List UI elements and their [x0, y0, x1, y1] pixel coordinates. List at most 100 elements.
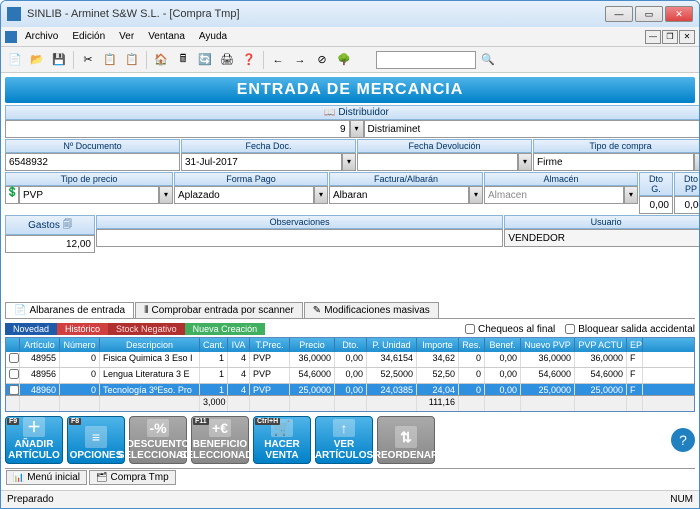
distribuidor-name[interactable]	[364, 120, 700, 138]
grid-header[interactable]: Precio	[290, 338, 335, 352]
chk-chequeos[interactable]: Chequeos al final	[465, 324, 555, 335]
grid-header[interactable]: EP	[627, 338, 643, 352]
gastos-input[interactable]	[5, 235, 95, 253]
close-button[interactable]: ✕	[665, 6, 693, 22]
tipoprecio-input[interactable]	[19, 186, 159, 204]
tool-copy[interactable]: 📋	[100, 50, 120, 70]
tool-new[interactable]: 📄	[5, 50, 25, 70]
mdi-close[interactable]: ✕	[679, 30, 695, 44]
observaciones-label: Observaciones	[96, 215, 503, 229]
almacen-dd[interactable]: ▾	[624, 186, 638, 204]
fechadoc-input[interactable]	[181, 153, 342, 171]
menu-ventana[interactable]: Ventana	[142, 29, 191, 44]
tool-calc[interactable]: 🖩	[173, 50, 193, 70]
btn-reordenar[interactable]: ⇅REORDENAR	[377, 416, 435, 464]
dtog-input[interactable]	[639, 196, 673, 214]
gastos-label[interactable]: Gastos 🗐	[5, 215, 95, 235]
grid-header[interactable]: Benef.	[485, 338, 521, 352]
usuario-label: Usuario	[504, 215, 699, 229]
formapago-input[interactable]	[174, 186, 314, 204]
fechadev-dd[interactable]: ▾	[518, 153, 532, 171]
dtopp-label: Dto PP	[674, 172, 699, 196]
btn-hacerventa[interactable]: Ctrl+H🛒HACER VENTA	[253, 416, 311, 464]
facturaalbaran-dd[interactable]: ▾	[469, 186, 483, 204]
distribuidor-dropdown[interactable]: ▾	[350, 120, 364, 138]
grid-header[interactable]: Res.	[459, 338, 485, 352]
grid: ArtículoNúmeroDescripcionCant.IVAT.Prec.…	[5, 337, 695, 412]
tab-modificaciones[interactable]: ✎ Modificaciones masivas	[304, 302, 439, 318]
table-row[interactable]: 489560Lengua Literatura 3 E14PVP54,60000…	[6, 368, 694, 384]
ndocumento-input[interactable]	[5, 153, 180, 171]
tipocompra-dd[interactable]: ▾	[694, 153, 699, 171]
grid-header[interactable]: Número	[60, 338, 100, 352]
chk-bloquear[interactable]: Bloquear salida accidental	[565, 324, 695, 335]
tab-albaranes[interactable]: 📄 Albaranes de entrada	[5, 302, 134, 318]
tipoprecio-label: Tipo de precio	[5, 172, 173, 186]
mdi-minimize[interactable]: —	[645, 30, 661, 44]
observaciones-input[interactable]	[96, 229, 503, 247]
formapago-dd[interactable]: ▾	[314, 186, 328, 204]
facturaalbaran-input[interactable]	[329, 186, 469, 204]
btn-ver[interactable]: ↑VER ARTÍCULOS	[315, 416, 373, 464]
btn-descuento[interactable]: -%DESCUENTO SELECCIONADO	[129, 416, 187, 464]
tab-comprobar[interactable]: ⦀ Comprobar entrada por scanner	[135, 302, 303, 318]
btn-anadir[interactable]: F9＋AÑADIR ARTÍCULO	[5, 416, 63, 464]
btab-menu-inicial[interactable]: 📊 Menú inicial	[6, 470, 87, 485]
facturaalbaran-label: Factura/Albarán	[329, 172, 483, 186]
table-row[interactable]: 489600Tecnología 3ºEso. Pro14PVP25,00000…	[6, 384, 694, 395]
tool-save[interactable]: 💾	[49, 50, 69, 70]
grid-header[interactable]: T.Prec.	[250, 338, 290, 352]
titlebar: SINLIB - Arminet S&W S.L. - [Compra Tmp]…	[1, 1, 699, 27]
fechadoc-dd[interactable]: ▾	[342, 153, 356, 171]
almacen-input[interactable]	[484, 186, 624, 204]
grid-header[interactable]: Descripcion	[100, 338, 200, 352]
tipoprecio-dd[interactable]: ▾	[159, 186, 173, 204]
tool-tree[interactable]: 🌳	[334, 50, 354, 70]
app-icon	[7, 7, 21, 21]
grid-header[interactable]: Artículo	[20, 338, 60, 352]
formapago-label: Forma Pago	[174, 172, 328, 186]
legend-historico: Histórico	[57, 323, 108, 335]
distribuidor-num[interactable]	[5, 120, 350, 138]
grid-header[interactable]: Dto.	[335, 338, 367, 352]
tool-refresh[interactable]: 🔄	[195, 50, 215, 70]
help-button[interactable]: ?	[671, 428, 695, 452]
tool-open[interactable]: 📂	[27, 50, 47, 70]
mid-tabs: 📄 Albaranes de entrada ⦀ Comprobar entra…	[5, 302, 695, 319]
window-title: SINLIB - Arminet S&W S.L. - [Compra Tmp]	[27, 8, 605, 20]
fechadev-input[interactable]	[357, 153, 518, 171]
tipocompra-input[interactable]	[533, 153, 694, 171]
tool-forward[interactable]: →	[290, 50, 310, 70]
grid-header[interactable]	[6, 338, 20, 352]
table-row[interactable]: 489550Fisica Quimica 3 Eso I14PVP36,0000…	[6, 352, 694, 368]
btn-opciones[interactable]: F8≡OPCIONES	[67, 416, 125, 464]
ndocumento-label: Nº Documento	[5, 139, 180, 153]
toolbar-search[interactable]	[376, 51, 476, 69]
tool-paste[interactable]: 📋	[122, 50, 142, 70]
btn-beneficio[interactable]: F11+€BENEFICIO SELECCIONADO	[191, 416, 249, 464]
mdi-restore[interactable]: ❐	[662, 30, 678, 44]
tool-cancel[interactable]: ⊘	[312, 50, 332, 70]
menu-ayuda[interactable]: Ayuda	[193, 29, 233, 44]
grid-header[interactable]: Nuevo PVP	[521, 338, 575, 352]
menu-ver[interactable]: Ver	[113, 29, 140, 44]
grid-header[interactable]: Cant.	[200, 338, 228, 352]
tool-back[interactable]: ←	[268, 50, 288, 70]
distribuidor-label[interactable]: 📖 Distribuidor	[5, 105, 699, 120]
tool-help[interactable]: ❓	[239, 50, 259, 70]
dtopp-input[interactable]	[674, 196, 699, 214]
mdi-icon	[5, 31, 17, 43]
maximize-button[interactable]: ▭	[635, 6, 663, 22]
grid-header[interactable]: P. Unidad	[367, 338, 417, 352]
tool-home[interactable]: 🏠	[151, 50, 171, 70]
menu-edicion[interactable]: Edición	[66, 29, 111, 44]
grid-header[interactable]: IVA	[228, 338, 250, 352]
grid-header[interactable]: PVP ACTU	[575, 338, 627, 352]
tool-print[interactable]: 🖨	[217, 50, 237, 70]
minimize-button[interactable]: —	[605, 6, 633, 22]
menu-archivo[interactable]: Archivo	[19, 29, 64, 44]
grid-header[interactable]: Importe	[417, 338, 459, 352]
btab-compra-tmp[interactable]: 🗂 Compra Tmp	[89, 470, 176, 485]
tool-cut[interactable]: ✂	[78, 50, 98, 70]
tool-search[interactable]: 🔍	[478, 50, 498, 70]
